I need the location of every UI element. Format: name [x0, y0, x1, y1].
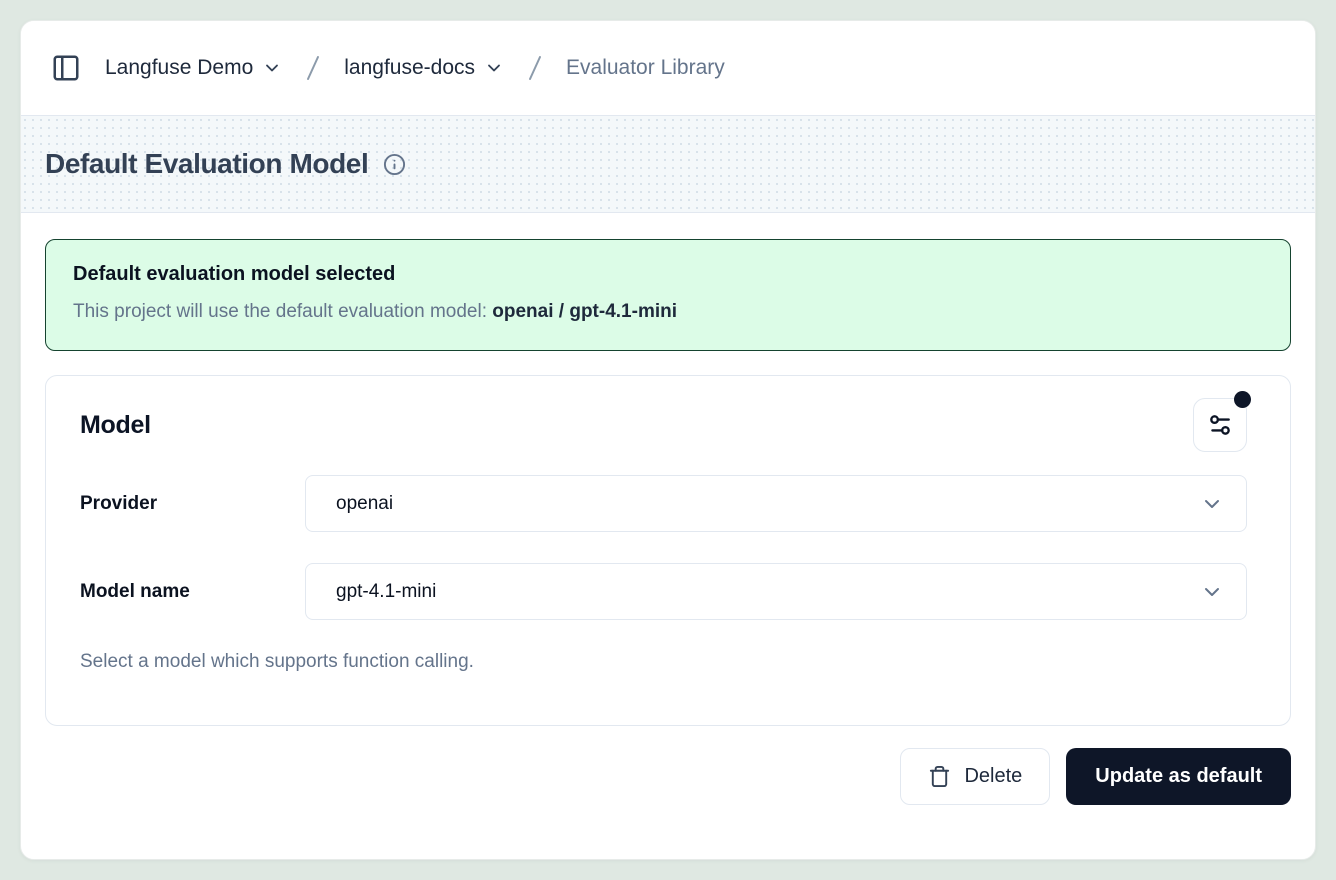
- breadcrumb-page-label: Evaluator Library: [566, 56, 725, 80]
- model-card-title: Model: [80, 411, 151, 440]
- app-window: Langfuse Demo langfuse-docs Evaluator Li…: [20, 20, 1316, 860]
- provider-select[interactable]: openai: [305, 475, 1247, 532]
- default-model-banner: Default evaluation model selected This p…: [45, 239, 1291, 351]
- sliders-settings-icon: [1207, 412, 1233, 438]
- breadcrumb: Langfuse Demo langfuse-docs Evaluator Li…: [21, 21, 1315, 116]
- trash-icon: [928, 765, 951, 788]
- model-helper-text: Select a model which supports function c…: [80, 651, 1247, 673]
- sidebar-toggle-button[interactable]: [49, 51, 83, 85]
- model-name-label: Model name: [80, 581, 305, 603]
- update-as-default-button[interactable]: Update as default: [1066, 748, 1291, 805]
- page-title: Default Evaluation Model: [45, 148, 368, 180]
- provider-row: Provider openai: [80, 475, 1247, 532]
- update-button-label: Update as default: [1095, 765, 1262, 787]
- model-card: Model Provider openai: [45, 375, 1291, 726]
- banner-body: This project will use the default evalua…: [73, 301, 1263, 323]
- breadcrumb-project-label: langfuse-docs: [344, 56, 475, 80]
- delete-button-label: Delete: [964, 765, 1022, 788]
- page-header: Default Evaluation Model: [21, 116, 1315, 213]
- notification-dot: [1234, 391, 1251, 408]
- action-bar: Delete Update as default: [45, 748, 1291, 805]
- model-card-header: Model: [80, 398, 1247, 452]
- model-name-select[interactable]: gpt-4.1-mini: [305, 563, 1247, 620]
- chevron-down-icon: [262, 58, 282, 78]
- model-advanced-settings-button[interactable]: [1193, 398, 1247, 452]
- delete-button[interactable]: Delete: [900, 748, 1050, 805]
- breadcrumb-project-selector[interactable]: langfuse-docs: [344, 56, 504, 80]
- banner-model-name: openai / gpt-4.1-mini: [492, 301, 677, 322]
- breadcrumb-org-label: Langfuse Demo: [105, 56, 253, 80]
- provider-label: Provider: [80, 493, 305, 515]
- chevron-down-icon: [1200, 492, 1224, 516]
- main-content: Default evaluation model selected This p…: [21, 213, 1315, 805]
- chevron-down-icon: [484, 58, 504, 78]
- info-icon[interactable]: [383, 153, 406, 176]
- breadcrumb-separator: [522, 53, 548, 83]
- panel-left-icon: [51, 53, 81, 83]
- chevron-down-icon: [1200, 580, 1224, 604]
- model-name-row: Model name gpt-4.1-mini: [80, 563, 1247, 620]
- banner-title: Default evaluation model selected: [73, 263, 1263, 286]
- breadcrumb-org-selector[interactable]: Langfuse Demo: [105, 56, 282, 80]
- banner-body-text: This project will use the default evalua…: [73, 301, 492, 322]
- breadcrumb-separator: [300, 53, 326, 83]
- model-name-value: gpt-4.1-mini: [336, 581, 436, 603]
- provider-value: openai: [336, 493, 393, 515]
